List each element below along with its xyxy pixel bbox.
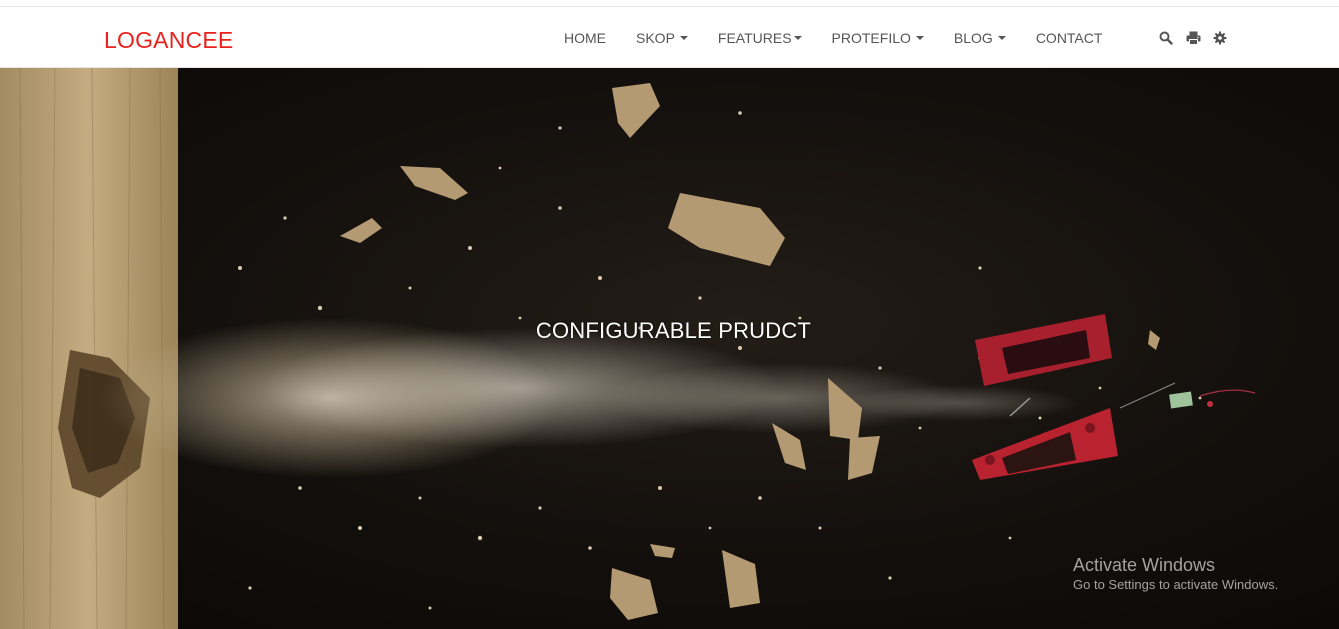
- top-strip: [0, 0, 1339, 7]
- activation-title: Activate Windows: [1073, 555, 1216, 575]
- nav-label: SKOP: [636, 29, 675, 46]
- search-icon[interactable]: [1158, 30, 1174, 46]
- hero-title: CONFIGURABLE PRUDCT: [535, 318, 812, 343]
- brand-logo[interactable]: LOGANCEE: [104, 27, 233, 53]
- caret-down-icon: [793, 35, 802, 40]
- nav-tools: [1158, 7, 1228, 68]
- hero-banner: CONFIGURABLE PRUDCT Activate Windows Go …: [0, 68, 1339, 629]
- nav-item-home[interactable]: HOME: [549, 7, 621, 68]
- nav-item-features[interactable]: FEATURES: [703, 7, 817, 68]
- main-menu: HOME SKOP FEATURES PROTEFILO BLOG CONTAC…: [549, 7, 1117, 68]
- nav-item-blog[interactable]: BLOG: [939, 7, 1021, 68]
- nav-item-contact[interactable]: CONTACT: [1021, 7, 1118, 68]
- nav-label: FEATURES: [717, 29, 792, 46]
- print-icon[interactable]: [1185, 30, 1201, 46]
- caret-down-icon: [679, 35, 688, 40]
- nav-label: CONTACT: [1035, 29, 1103, 46]
- nav-label: BLOG: [953, 29, 993, 46]
- nav-item-protefilo[interactable]: PROTEFILO: [817, 7, 939, 68]
- caret-down-icon: [997, 35, 1006, 40]
- windows-activation-watermark: Activate Windows Go to Settings to activ…: [1073, 554, 1278, 594]
- gear-icon[interactable]: [1212, 30, 1228, 46]
- activation-subtitle: Go to Settings to activate Windows.: [1073, 577, 1279, 592]
- nav-item-skop[interactable]: SKOP: [621, 7, 703, 68]
- nav-label: PROTEFILO: [831, 29, 911, 46]
- caret-down-icon: [915, 35, 924, 40]
- hero-background-image: [0, 68, 1256, 629]
- nav-label: HOME: [564, 29, 606, 46]
- top-navbar: LOGANCEE HOME SKOP FEATURES PROTEFILO BL…: [0, 7, 1339, 68]
